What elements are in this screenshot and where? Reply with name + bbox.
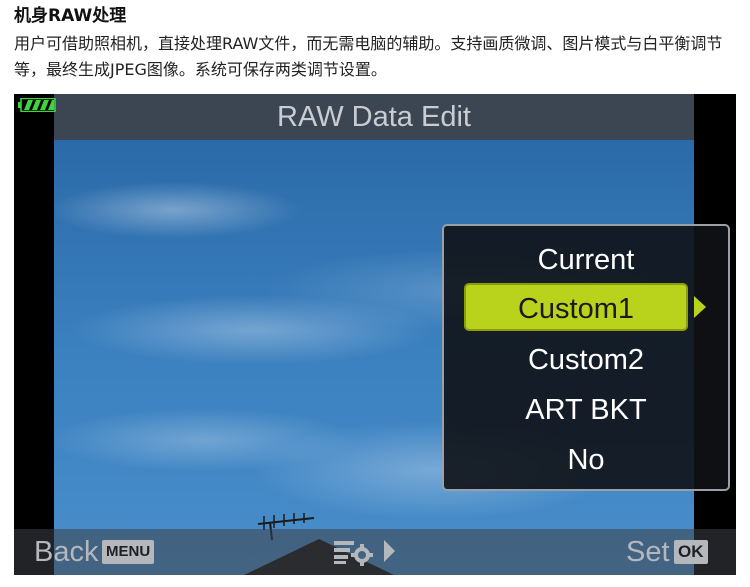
bottom-bar: Back MENU Set OK — [14, 529, 736, 575]
edit-settings-icon — [334, 541, 373, 566]
camera-screen: RAW Data Edit Current Custom1 Custom2 AR… — [14, 94, 736, 575]
menu-key-icon: MENU — [102, 540, 155, 564]
submenu-arrow-icon — [694, 296, 706, 318]
settings-menu: Current Custom1 Custom2 ART BKT No — [442, 224, 730, 491]
title-bar: RAW Data Edit — [54, 94, 694, 140]
article-title: 机身RAW处理 — [14, 6, 127, 26]
menu-item-art-bkt[interactable]: ART BKT — [444, 390, 728, 430]
menu-item-current[interactable]: Current — [444, 240, 728, 280]
right-arrow-icon — [384, 540, 395, 562]
battery-icon — [18, 98, 56, 112]
menu-item-custom1[interactable]: Custom1 — [464, 283, 688, 331]
screen-title: RAW Data Edit — [277, 101, 471, 133]
menu-item-custom2[interactable]: Custom2 — [444, 340, 728, 380]
menu-item-no[interactable]: No — [444, 440, 728, 480]
set-label[interactable]: Set — [626, 534, 670, 570]
ok-key-icon: OK — [674, 540, 708, 564]
article-description: 用户可借助照相机，直接处理RAW文件，而无需电脑的辅助。支持画质微调、图片模式与… — [14, 34, 723, 79]
back-label[interactable]: Back — [34, 534, 98, 570]
